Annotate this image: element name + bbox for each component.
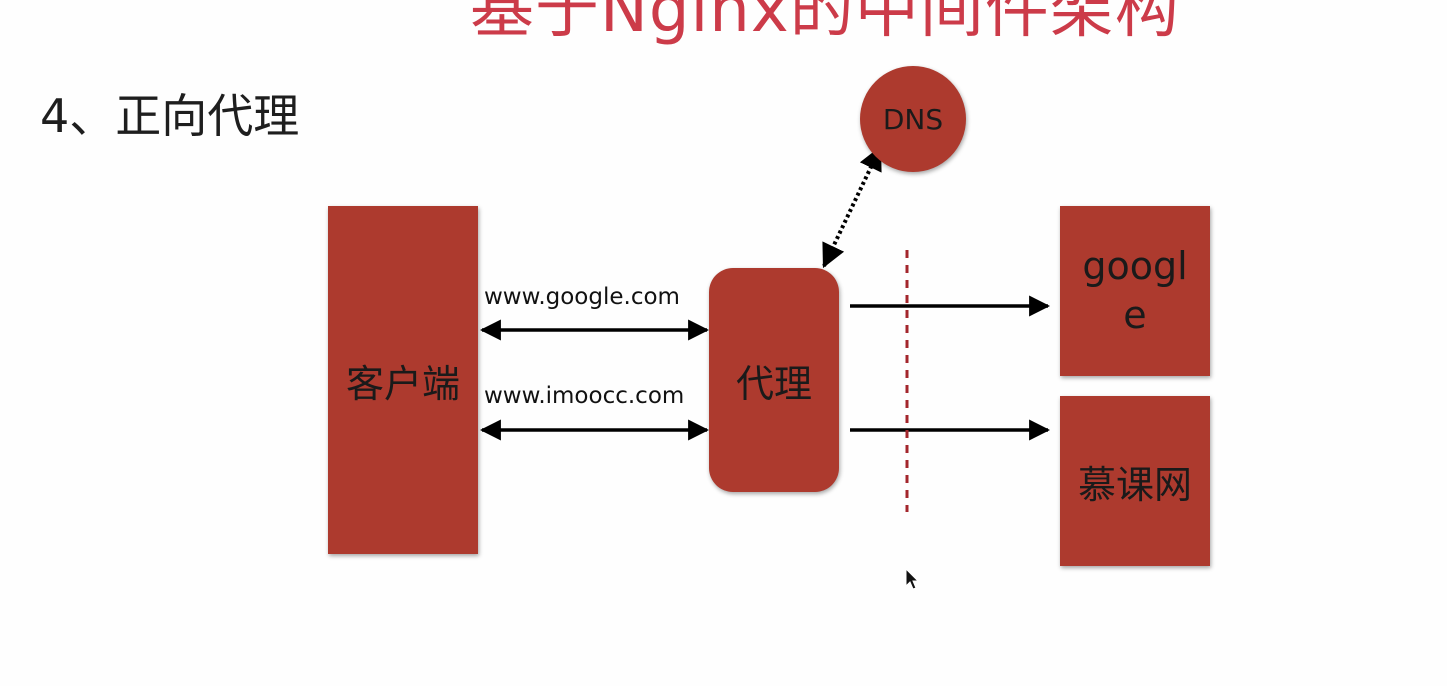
client-node: 客户端 [328, 206, 478, 554]
proxy-dns-dotted-arrow [822, 145, 882, 269]
proxy-node: 代理 [709, 268, 839, 492]
google-node: google [1060, 206, 1210, 376]
client-node-label: 客户端 [345, 361, 460, 406]
dns-node-label: DNS [882, 102, 944, 136]
proxy-node-label: 代理 [735, 361, 812, 406]
mouse-pointer-icon [905, 568, 920, 590]
imooc-node: 慕课网 [1060, 396, 1210, 566]
imooc-request-label: www.imoocc.com [484, 383, 685, 409]
imooc-node-label: 慕课网 [1077, 462, 1192, 507]
google-request-label: www.google.com [484, 284, 680, 310]
dns-node: DNS [860, 66, 966, 172]
google-node-label: google [1082, 243, 1188, 337]
